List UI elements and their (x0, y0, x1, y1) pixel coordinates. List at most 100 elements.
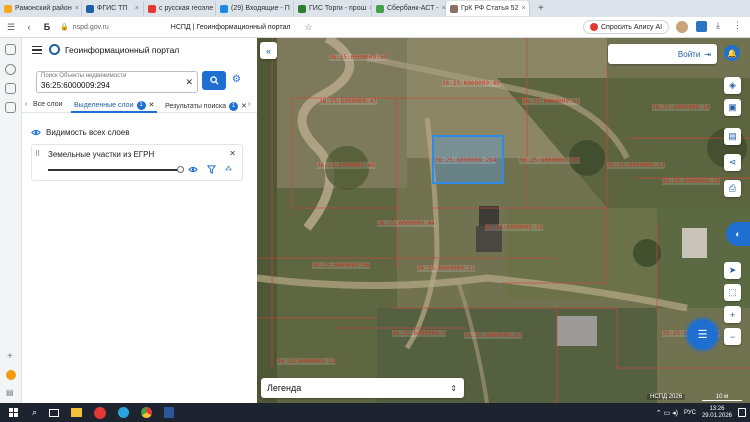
zoom-in-button[interactable]: + (724, 306, 741, 323)
visibility-toggle[interactable]: Видимость всех слоев (31, 128, 130, 137)
tab-close-icon[interactable]: ✕ (241, 102, 247, 110)
tab-favicon-icon (298, 4, 306, 13)
satellite-imagery (257, 38, 750, 403)
sidebar-messenger-icon[interactable] (5, 64, 16, 75)
browser-tab[interactable]: Рамонский район × (0, 1, 82, 16)
parcel-label: 36:25:6000009:49 (442, 80, 500, 87)
chrome-icon[interactable] (141, 407, 153, 418)
chat-button[interactable]: ☰ (687, 319, 718, 350)
legend-bar[interactable]: Легенда ⇕ (261, 378, 464, 398)
windows-start-icon[interactable] (9, 408, 18, 417)
locate-button[interactable]: ➤ (724, 262, 741, 279)
downloads-icon[interactable]: ⤓ (716, 20, 720, 31)
profile-avatar[interactable] (676, 21, 688, 33)
search-field[interactable]: Поиск Объекты недвижимости 36:25:6000009… (36, 71, 198, 93)
login-button[interactable]: Войти ⇥ (608, 44, 717, 64)
tray-icons[interactable]: ⌃ ▭ ◂) (656, 409, 678, 417)
assistant-button[interactable]: ◐ (726, 222, 750, 246)
url-field[interactable]: 🔒 nspd.gov.ru (60, 23, 109, 32)
tab-badge: 1 (136, 100, 146, 110)
tabs-prev-icon[interactable]: ‹ (25, 101, 27, 108)
tabs-next-icon[interactable]: › (248, 101, 250, 108)
parcel-label: 36:25:6000009:44 (377, 220, 435, 227)
browser-menu-icon[interactable]: ⋮ (733, 20, 742, 31)
layers-panel: Геоинформационный портал Поиск Объекты н… (22, 38, 257, 403)
os-taskbar: ⌕ ⌃ ▭ ◂) РУС 13:26 29.01.2026 (0, 403, 750, 422)
drag-handle-icon[interactable]: ⠿ (35, 150, 40, 158)
basemap-button[interactable]: ▣ (724, 99, 741, 116)
browser-tab-bar: Рамонский район × ФГИС ТП × с русская геоэле… (0, 0, 750, 17)
tab-close-icon[interactable]: × (72, 5, 79, 12)
tab-close-icon[interactable]: × (132, 5, 139, 12)
tab-close-icon[interactable]: ✕ (149, 101, 155, 109)
opacity-slider[interactable] (48, 166, 184, 173)
page-title: НСПД | Геоинформационный портал (170, 23, 291, 31)
file-explorer-icon[interactable] (71, 408, 83, 417)
sidebar-settings-icon[interactable] (6, 370, 16, 380)
telegram-icon[interactable] (118, 407, 130, 418)
search-icon[interactable]: ⌕ (32, 407, 37, 418)
yandex-browser-taskbar-icon[interactable] (94, 406, 107, 419)
notification-center-icon[interactable] (738, 408, 746, 417)
fullscreen-button[interactable]: ⬚ (724, 284, 741, 301)
yandex-browser-icon[interactable]: Б (40, 20, 54, 34)
parcel-label: 36:25:6000009:48 (317, 162, 375, 169)
sidebar-video-icon[interactable] (5, 83, 16, 94)
layers-button[interactable]: ◈ (724, 77, 741, 94)
measure-button[interactable]: ▤ (724, 128, 741, 145)
parcel-label: 36:25:6000009:63 (464, 332, 522, 339)
browser-tab[interactable]: ФГИС ТП × (82, 1, 144, 16)
search-button[interactable] (202, 71, 226, 90)
eye-icon[interactable] (188, 166, 198, 173)
hamburger-menu-icon[interactable] (32, 46, 42, 54)
zoom-out-button[interactable]: − (724, 328, 741, 345)
layer-close-icon[interactable]: ✕ (229, 149, 236, 158)
filter-icon[interactable] (207, 165, 216, 174)
word-icon[interactable] (164, 407, 175, 418)
layer-name: Земельные участки из ЕГРН (48, 150, 155, 159)
chevron-updown-icon: ⇕ (450, 383, 457, 393)
extensions-icon[interactable] (696, 21, 707, 32)
share-button[interactable]: ⋖ (724, 154, 741, 171)
bookmark-icon[interactable]: ☆ (304, 22, 312, 33)
tab-close-icon[interactable]: × (518, 5, 525, 12)
browser-tab[interactable]: (29) Входящие - П× (216, 1, 294, 16)
slider-handle[interactable] (177, 166, 184, 173)
browser-tab-label: (29) Входящие - П (231, 5, 290, 12)
back-button[interactable]: ‹ (22, 20, 36, 34)
browser-tab[interactable]: ГрК РФ Статья 52 × (446, 1, 530, 16)
notifications-icon[interactable]: 🔔 (724, 45, 740, 61)
tab-search-results[interactable]: Результаты поиска 1 ✕ (165, 99, 247, 113)
sidebar-collapse-icon[interactable]: ▤ (6, 388, 14, 397)
browser-tab[interactable]: ГИС Торги - прош× (294, 1, 372, 16)
sidebar-app-icon[interactable] (5, 44, 16, 55)
ask-alice-button[interactable]: Спросить Алису AI (583, 20, 670, 34)
url-text: nspd.gov.ru (72, 23, 109, 31)
sidebar-mail-icon[interactable] (5, 102, 16, 113)
tab-favicon-icon (148, 4, 156, 13)
tab-selected-layers[interactable]: Выделенные слои 1 ✕ (71, 99, 158, 113)
layer-style-icon[interactable]: ⁂ (225, 165, 232, 173)
collapse-panel-button[interactable]: « (260, 42, 277, 59)
new-tab-button[interactable]: + (538, 3, 544, 14)
map-view[interactable]: 36:25:6000009:50 36:25:6000009:49 36:25:60… (257, 38, 750, 403)
parcel-label: 36:25:6000009:13 (607, 162, 665, 169)
clear-search-icon[interactable]: ✕ (185, 77, 193, 88)
tab-all-layers[interactable]: Все слои (33, 101, 62, 108)
menu-icon[interactable]: ☰ (4, 20, 18, 34)
parcel-label: 36:25:6000009:12 (417, 265, 475, 272)
clock[interactable]: 13:26 29.01.2026 (702, 406, 732, 420)
print-button[interactable]: ⎙ (724, 180, 741, 197)
portal-logo-icon (49, 44, 60, 55)
search-input[interactable]: 36:25:6000009:294 (41, 81, 110, 90)
task-view-icon[interactable] (49, 408, 60, 417)
tab-close-icon[interactable]: × (439, 5, 445, 12)
parcel-label: 36:25:6000009:5 (392, 330, 447, 337)
sidebar-add-icon[interactable]: + (7, 351, 13, 362)
tab-favicon-icon (4, 4, 12, 13)
browser-tab[interactable]: Сбербанк-АСТ - × (372, 1, 446, 16)
keyboard-language[interactable]: РУС (684, 410, 696, 416)
browser-tab[interactable]: с русская геоэле× (144, 1, 216, 16)
filter-settings-icon[interactable]: ⚙ (232, 74, 241, 85)
parcel-label: 36:25:6000009:19 (485, 224, 543, 231)
